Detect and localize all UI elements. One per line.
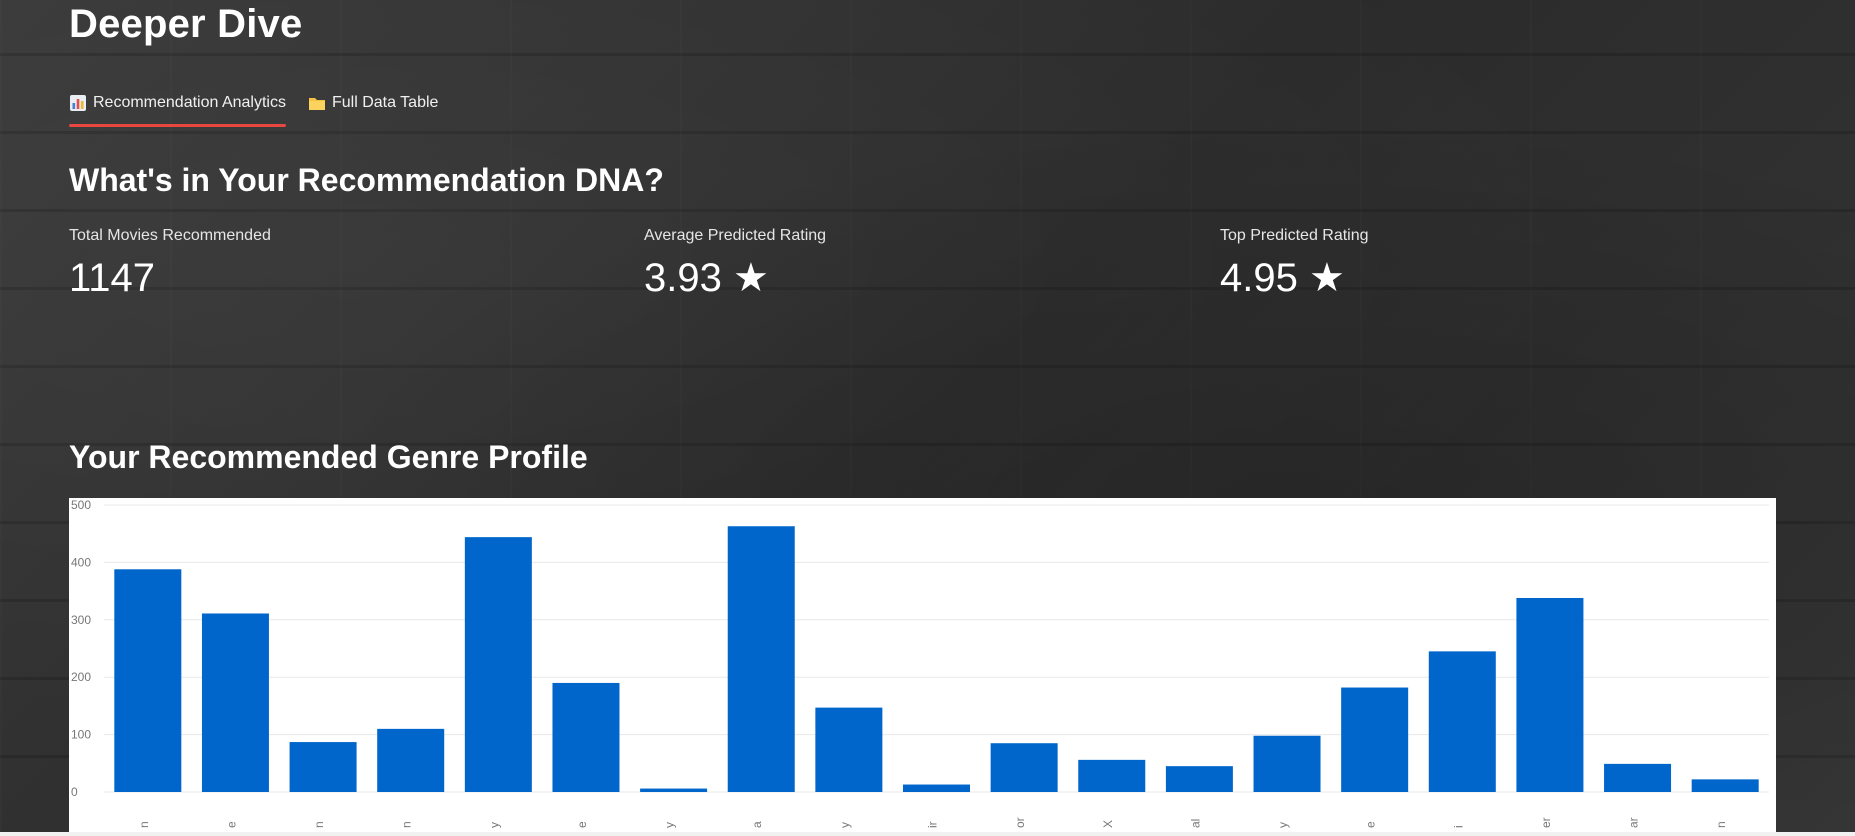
y-tick-label: 0 <box>71 785 78 799</box>
x-tick-label: y <box>838 822 852 828</box>
genre-chart-svg: 0 100 200 300 400 500 n e n n y e y a y ir or Xal y e i er ar n <box>71 498 1769 828</box>
x-tick-label: e <box>1364 821 1378 828</box>
x-tick-label: y <box>487 822 501 828</box>
dna-heading: What's in Your Recommendation DNA? <box>69 162 664 198</box>
genre-bar[interactable] <box>990 743 1058 792</box>
genre-bar[interactable] <box>1165 766 1233 792</box>
metric-average-rating: Average Predicted Rating 3.93 ★ <box>644 226 826 302</box>
metric-top-rating: Top Predicted Rating 4.95 ★ <box>1220 226 1369 302</box>
genre-bar[interactable] <box>727 526 795 792</box>
x-tick-label: e <box>224 821 238 828</box>
genre-bar[interactable] <box>464 537 532 792</box>
genre-bar[interactable] <box>201 613 269 792</box>
genre-bar[interactable] <box>1604 763 1672 792</box>
y-tick-label: 200 <box>71 670 91 684</box>
genre-bar[interactable] <box>1341 687 1409 792</box>
y-tick-label: 400 <box>71 555 91 569</box>
genre-bar[interactable] <box>903 784 970 792</box>
genre-bar[interactable] <box>1516 597 1584 792</box>
y-tick-label: 300 <box>71 613 91 627</box>
genre-bar[interactable] <box>1428 651 1496 792</box>
x-tick-label: ir <box>926 821 940 828</box>
x-tick-label: e <box>575 821 589 828</box>
tab-recommendation-analytics[interactable]: Recommendation Analytics <box>69 84 286 127</box>
x-tick-label: y <box>663 822 677 828</box>
metric-value: 3.93 ★ <box>644 256 769 300</box>
metric-total-movies: Total Movies Recommended 1147 <box>69 226 271 302</box>
genre-bar[interactable] <box>114 569 182 792</box>
x-tick-label: al <box>1188 819 1202 828</box>
metric-value: 4.95 ★ <box>1220 256 1345 300</box>
x-tick-label: er <box>1539 817 1553 828</box>
genre-bar[interactable] <box>1078 759 1146 792</box>
genre-bar[interactable] <box>289 742 357 792</box>
x-tick-label: n <box>312 821 326 828</box>
genre-heading: Your Recommended Genre Profile <box>69 439 588 475</box>
metric-label: Total Movies Recommended <box>69 227 271 244</box>
genre-bar-chart: 0 100 200 300 400 500 n e n n y e y a y ir or Xal y e i er ar n <box>69 498 1776 834</box>
metric-label: Average Predicted Rating <box>644 227 827 244</box>
tab-label: Full Data Table <box>331 94 439 111</box>
x-tick-label: X <box>1101 820 1115 828</box>
page-title: Deeper Dive <box>69 2 303 46</box>
y-tick-label: 100 <box>71 728 91 742</box>
tab-label: Recommendation Analytics <box>93 94 286 111</box>
page-bottom-edge <box>0 832 1855 836</box>
genre-bar[interactable] <box>640 788 708 792</box>
x-tick-label: n <box>137 821 151 828</box>
x-tick-label: i <box>1451 825 1465 828</box>
bar-chart-icon <box>69 94 87 112</box>
x-tick-label: ar <box>1627 817 1641 828</box>
tab-full-data-table[interactable]: Full Data Table <box>308 84 438 124</box>
metric-value: 1147 <box>69 256 156 300</box>
x-tick-label: a <box>750 821 764 828</box>
x-tick-label: n <box>1714 821 1728 828</box>
genre-bar[interactable] <box>1691 779 1759 792</box>
genre-bar[interactable] <box>1253 735 1321 792</box>
genre-bar[interactable] <box>377 728 445 792</box>
y-tick-label: 500 <box>71 498 91 512</box>
x-tick-label: n <box>400 821 414 828</box>
tab-bar: Recommendation Analytics Full Data Table <box>69 84 438 127</box>
genre-bar[interactable] <box>552 682 620 792</box>
folder-icon <box>308 94 326 112</box>
metric-label: Top Predicted Rating <box>1220 227 1369 244</box>
genre-bar[interactable] <box>815 707 883 792</box>
x-tick-label: or <box>1013 817 1027 828</box>
x-tick-label: y <box>1276 822 1290 828</box>
